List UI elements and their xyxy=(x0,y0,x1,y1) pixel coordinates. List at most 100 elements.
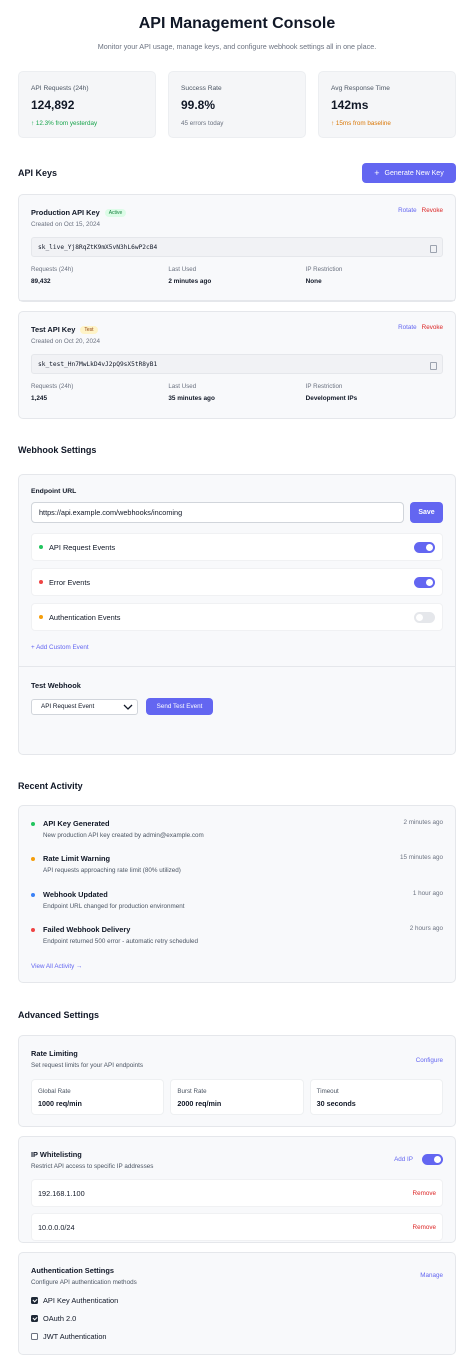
auth-method-row[interactable]: OAuth 2.0 xyxy=(31,1313,443,1323)
rate-limit-box: Global Rate 1000 req/min xyxy=(31,1079,165,1115)
checkbox[interactable] xyxy=(31,1296,38,1304)
stat-trend: 45 errors today xyxy=(181,120,224,127)
api-keys-panel: Production API Key Active Created on Oct… xyxy=(18,194,456,302)
activity-item: Webhook Updated Endpoint URL changed for… xyxy=(31,889,443,924)
add-custom-event-link[interactable]: + Add Custom Event xyxy=(31,643,443,652)
stat-card-response-time: Avg Response Time 142ms ↑ 15ms from base… xyxy=(318,71,456,138)
key-name-row: Test API Key Test xyxy=(31,324,100,335)
api-keys-title: API Keys xyxy=(18,168,58,178)
meta-label: Last Used xyxy=(168,266,197,273)
activity-time: 1 hour ago xyxy=(412,889,443,897)
activity-title: Recent Activity xyxy=(18,781,83,791)
activity-title: Failed Webhook Delivery xyxy=(43,925,131,935)
send-test-event-button[interactable]: Send Test Event xyxy=(146,698,213,715)
page: API Management Console Monitor your API … xyxy=(0,0,474,1355)
checkbox[interactable] xyxy=(31,1314,38,1322)
event-label: API Request Events xyxy=(49,542,116,552)
rate-limit-label: Burst Rate xyxy=(177,1088,207,1095)
copy-icon[interactable] xyxy=(430,244,437,253)
meta-value: 1,245 xyxy=(31,395,47,402)
stat-label: API Requests (24h) xyxy=(31,85,89,92)
revoke-button[interactable]: Revoke xyxy=(422,324,443,331)
activity-item: API Key Generated New production API key… xyxy=(31,818,443,853)
manage-button[interactable]: Manage xyxy=(420,1272,443,1279)
meta-label: Last Used xyxy=(168,383,197,390)
meta-label: IP Restriction xyxy=(305,266,343,273)
event-type-select[interactable]: API Request Event xyxy=(31,698,138,715)
activity-desc: Endpoint URL changed for production envi… xyxy=(43,902,185,910)
rotate-button[interactable]: Rotate xyxy=(398,207,417,214)
api-keys-panel-test: Test API Key Test Created on Oct 20, 202… xyxy=(18,311,456,419)
remove-ip-button[interactable]: Remove xyxy=(413,1190,436,1197)
revoke-button[interactable]: Revoke xyxy=(422,207,443,214)
auth-settings-desc: Configure API authentication methods xyxy=(31,1279,137,1286)
auth-method-label: API Key Authentication xyxy=(43,1295,119,1305)
activity-panel: API Key Generated New production API key… xyxy=(18,805,456,983)
activity-time: 15 minutes ago xyxy=(399,854,443,862)
key-display: sk_live_Yj8RqZtK9mX5vN3hL6wP2cB4 xyxy=(31,237,443,257)
page-title: API Management Console xyxy=(138,15,336,32)
rate-limit-box: Timeout 30 seconds xyxy=(309,1079,443,1115)
key-created-date: Created on Oct 15, 2024 xyxy=(31,221,100,228)
status-dot xyxy=(31,857,35,862)
select-value: API Request Event xyxy=(41,703,95,710)
auth-method-row[interactable]: JWT Authentication xyxy=(31,1331,443,1341)
key-name-row: Production API Key Active xyxy=(31,207,127,218)
rate-limit-label: Global Rate xyxy=(38,1088,71,1095)
auth-settings-panel: Authentication Settings Configure API au… xyxy=(18,1252,456,1355)
stat-label: Avg Response Time xyxy=(331,85,390,92)
endpoint-url-input[interactable] xyxy=(31,502,404,523)
meta-value: 2 minutes ago xyxy=(168,278,212,285)
activity-time: 2 minutes ago xyxy=(403,819,443,826)
remove-ip-button[interactable]: Remove xyxy=(413,1224,436,1231)
meta-value: Development IPs xyxy=(305,395,358,402)
event-row-errors: Error Events xyxy=(31,568,443,596)
ip-address: 192.168.1.100 xyxy=(38,1188,85,1198)
ip-whitelist-toggle[interactable] xyxy=(422,1154,443,1165)
activity-title: Webhook Updated xyxy=(43,889,108,899)
meta-value: 35 minutes ago xyxy=(168,395,215,402)
auth-method-row[interactable]: API Key Authentication xyxy=(31,1295,443,1305)
rate-limit-box: Burst Rate 2000 req/min xyxy=(170,1079,304,1115)
add-ip-button[interactable]: Add IP xyxy=(394,1156,413,1163)
meta-label: IP Restriction xyxy=(305,383,343,390)
meta-label: Requests (24h) xyxy=(31,266,74,273)
configure-button[interactable]: Configure xyxy=(416,1057,443,1064)
rotate-button[interactable]: Rotate xyxy=(398,324,417,331)
status-dot xyxy=(31,822,35,826)
status-dot xyxy=(31,928,35,933)
save-button[interactable]: Save xyxy=(410,502,443,523)
auth-settings-title: Authentication Settings xyxy=(31,1266,114,1275)
view-all-activity-link[interactable]: View All Activity → xyxy=(31,962,443,971)
stat-value: 142ms xyxy=(331,98,369,112)
generate-key-button[interactable]: + Generate New Key xyxy=(362,163,456,183)
ip-whitelist-title: IP Whitelisting xyxy=(31,1150,82,1159)
stat-trend: ↑ 15ms from baseline xyxy=(331,120,391,127)
status-dot xyxy=(39,580,43,584)
event-row-api-requests: API Request Events xyxy=(31,533,443,561)
activity-item: Rate Limit Warning API requests approach… xyxy=(31,853,443,888)
webhook-title: Webhook Settings xyxy=(18,445,97,455)
event-row-authentication: Authentication Events xyxy=(31,603,443,631)
event-toggle[interactable] xyxy=(414,541,435,553)
event-toggle[interactable] xyxy=(414,576,435,588)
rate-limiting-desc: Set request limits for your API endpoint… xyxy=(31,1062,144,1069)
status-badge: Test xyxy=(80,325,98,334)
webhook-panel: Endpoint URL Save API Request Events Err… xyxy=(18,474,456,755)
ip-address: 10.0.0.0/24 xyxy=(38,1222,75,1232)
activity-time: 2 hours ago xyxy=(409,925,443,933)
chevron-down-icon xyxy=(123,704,133,710)
activity-item: Failed Webhook Delivery Endpoint returne… xyxy=(31,924,443,959)
copy-icon[interactable] xyxy=(430,361,437,370)
rate-limiting-panel: Rate Limiting Set request limits for you… xyxy=(18,1035,456,1127)
test-webhook-title: Test Webhook xyxy=(31,681,81,690)
stat-card-success-rate: Success Rate 99.8% 45 errors today xyxy=(168,71,306,138)
activity-title: API Key Generated xyxy=(43,819,110,828)
event-label: Error Events xyxy=(49,577,91,587)
status-dot xyxy=(39,615,43,619)
event-toggle[interactable] xyxy=(414,611,435,623)
checkbox[interactable] xyxy=(31,1332,38,1340)
endpoint-label: Endpoint URL xyxy=(31,488,77,495)
divider xyxy=(19,666,455,667)
advanced-title: Advanced Settings xyxy=(18,1010,100,1020)
